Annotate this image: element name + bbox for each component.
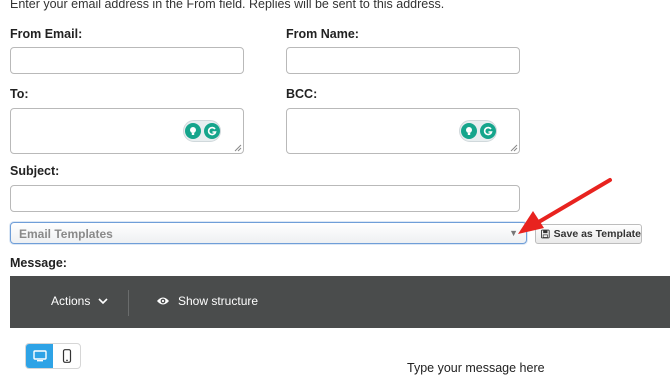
desktop-view-button[interactable] (26, 344, 53, 368)
intro-text: Enter your email address in the From fie… (10, 0, 445, 11)
toolbar-divider (128, 290, 129, 316)
show-structure-label: Show structure (178, 294, 259, 308)
from-email-label: From Email: (10, 27, 83, 41)
actions-label: Actions (51, 294, 91, 308)
grammarly-suggest-icon (460, 123, 477, 139)
save-as-template-button[interactable]: Save as Template (535, 224, 642, 244)
eye-icon (157, 297, 169, 305)
from-name-input[interactable] (286, 47, 520, 74)
device-preview-switch (25, 343, 81, 369)
from-email-input[interactable] (10, 47, 244, 74)
save-as-template-label: Save as Template (553, 228, 641, 240)
editor-toolbar: Actions Show structure (10, 276, 670, 328)
message-placeholder: Type your message here (407, 361, 545, 375)
to-label: To: (10, 87, 29, 101)
actions-menu[interactable]: Actions (51, 294, 108, 308)
mobile-icon (62, 349, 71, 363)
grammarly-g-icon (203, 123, 220, 139)
grammarly-suggest-icon (184, 123, 201, 139)
subject-input[interactable] (10, 185, 520, 212)
subject-label: Subject: (10, 164, 60, 178)
grammarly-widget[interactable] (183, 120, 221, 142)
bcc-label: BCC: (286, 87, 318, 101)
dropdown-arrow-icon: ▼ (509, 228, 518, 238)
grammarly-g-icon (479, 123, 496, 139)
email-templates-value: Email Templates (19, 227, 113, 241)
desktop-icon (32, 350, 47, 362)
message-label: Message: (10, 256, 67, 270)
show-structure-button[interactable]: Show structure (156, 294, 258, 308)
to-field-wrapper (10, 108, 244, 154)
email-templates-select[interactable]: Email Templates ▼ (10, 222, 527, 244)
mobile-view-button[interactable] (53, 344, 80, 368)
bcc-field-wrapper (286, 108, 520, 154)
grammarly-widget[interactable] (459, 120, 497, 142)
resize-grip-icon[interactable] (510, 144, 518, 152)
chevron-down-icon (98, 297, 108, 304)
from-name-label: From Name: (286, 27, 359, 41)
resize-grip-icon[interactable] (234, 144, 242, 152)
floppy-disk-icon (541, 229, 550, 239)
